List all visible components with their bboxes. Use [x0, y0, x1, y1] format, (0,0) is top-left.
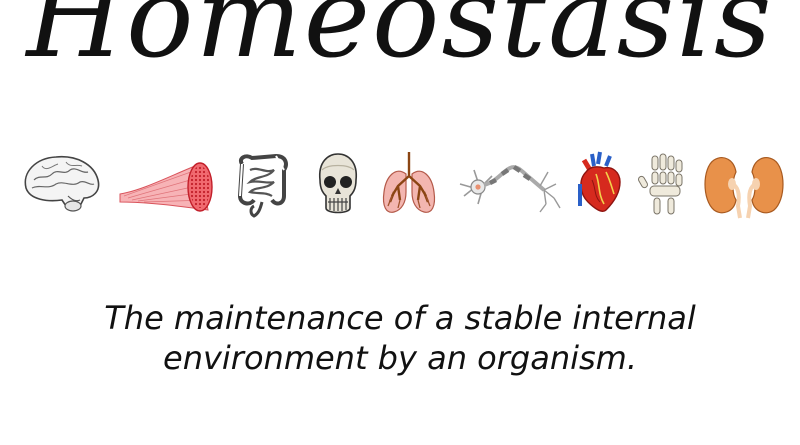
- page: Homeostasis The maintenance of a stable …: [0, 0, 800, 445]
- hand-bones-icon: [636, 150, 694, 220]
- muscle-icon: [114, 150, 218, 220]
- brain-icon: [18, 150, 102, 220]
- page-title: Homeostasis: [26, 0, 774, 83]
- heart-icon: [576, 150, 626, 220]
- organ-icon-row: [14, 150, 786, 220]
- definition-line-1: The maintenance of a stable internal: [104, 299, 696, 337]
- definition-line-2: environment by an organism.: [163, 339, 637, 377]
- definition-text: The maintenance of a stable internal env…: [0, 298, 800, 378]
- intestines-icon: [232, 150, 292, 220]
- skull-icon: [314, 150, 362, 220]
- lungs-icon: [380, 150, 438, 220]
- neuron-icon: [456, 150, 564, 220]
- kidneys-icon: [702, 150, 786, 220]
